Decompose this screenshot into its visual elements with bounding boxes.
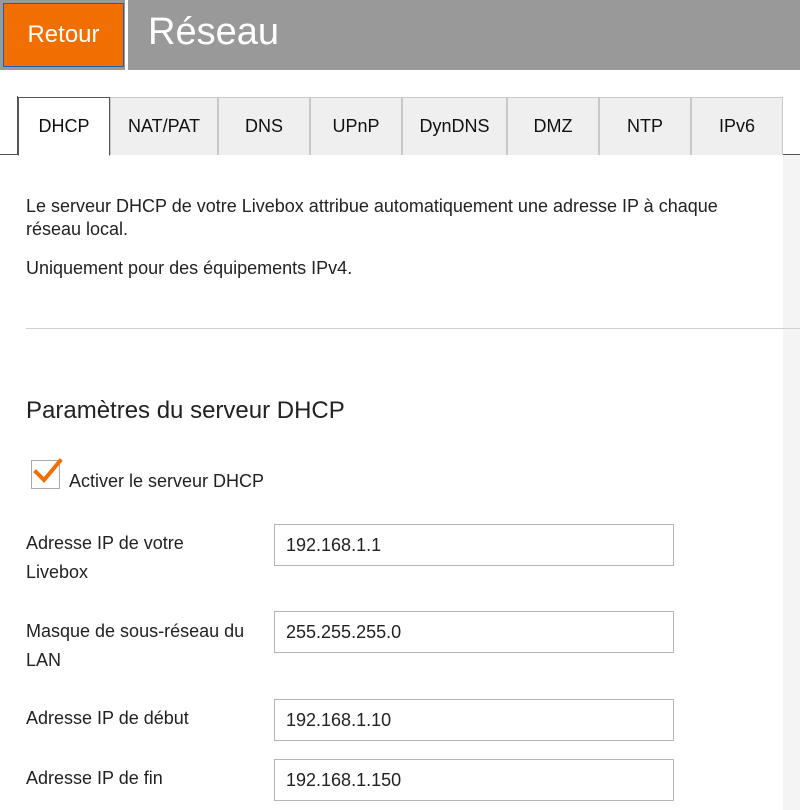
section-divider <box>26 328 800 329</box>
enable-dhcp-label: Activer le serveur DHCP <box>69 471 265 491</box>
tab-nat-pat[interactable]: NAT/PAT <box>110 97 218 155</box>
checkmark-icon <box>33 458 63 483</box>
tab-upnp[interactable]: UPnP <box>310 97 402 155</box>
subnet-mask-label: Masque de sous-réseau du LAN <box>26 617 274 675</box>
intro-line-2: réseau local. <box>26 219 129 239</box>
tab-dyndns[interactable]: DynDNS <box>402 97 507 155</box>
livebox-ip-input[interactable] <box>274 524 674 566</box>
tab-dmz[interactable]: DMZ <box>507 97 599 155</box>
tab-dns[interactable]: DNS <box>218 97 310 155</box>
intro-ipv4-note: Uniquement pour des équipements IPv4. <box>26 258 353 278</box>
tab-ipv6[interactable]: IPv6 <box>691 97 783 155</box>
livebox-ip-label: Adresse IP de votre Livebox <box>26 529 274 587</box>
enable-dhcp-checkbox[interactable] <box>31 458 63 489</box>
page-title: Réseau <box>148 11 279 53</box>
scroll-edge <box>783 155 800 810</box>
tab-dhcp[interactable]: DHCP <box>18 97 110 156</box>
start-ip-label-line1: Adresse IP de début <box>26 708 189 728</box>
intro-line-1: Le serveur DHCP de votre Livebox attribu… <box>26 196 718 216</box>
end-ip-input[interactable] <box>274 759 674 801</box>
livebox-ip-label-line1: Adresse IP de votre <box>26 533 184 553</box>
start-ip-label: Adresse IP de début <box>26 704 274 733</box>
end-ip-label-line1: Adresse IP de fin <box>26 768 163 788</box>
back-button[interactable]: Retour <box>3 3 124 67</box>
subnet-mask-input[interactable] <box>274 611 674 653</box>
intro-text: Le serveur DHCP de votre Livebox attribu… <box>26 195 800 241</box>
start-ip-input[interactable] <box>274 699 674 741</box>
tab-ntp[interactable]: NTP <box>599 97 691 155</box>
subnet-mask-label-line2: LAN <box>26 650 62 670</box>
section-title: Paramètres du serveur DHCP <box>26 397 345 424</box>
end-ip-label: Adresse IP de fin <box>26 764 274 793</box>
header-separator <box>125 0 128 70</box>
subnet-mask-label-line1: Masque de sous-réseau du <box>26 621 245 641</box>
livebox-ip-label-line2: Livebox <box>26 562 89 582</box>
